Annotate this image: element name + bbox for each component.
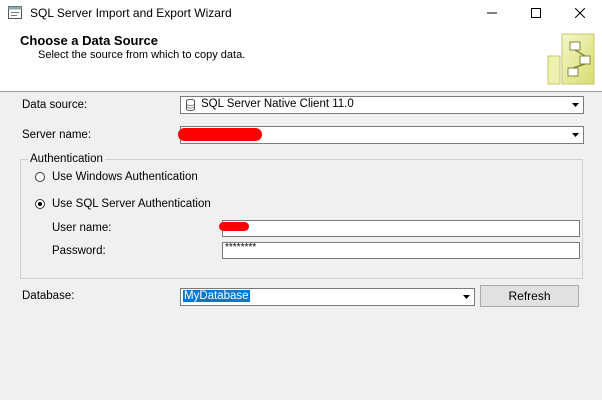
chevron-down-icon[interactable] bbox=[459, 289, 474, 305]
maximize-icon bbox=[531, 8, 541, 18]
database-select[interactable]: MyDatabase bbox=[180, 288, 475, 306]
username-label: User name: bbox=[52, 222, 112, 234]
app-icon bbox=[8, 6, 22, 19]
chevron-down-icon[interactable] bbox=[568, 97, 583, 113]
username-field[interactable] bbox=[222, 220, 580, 237]
authentication-legend: Authentication bbox=[28, 153, 105, 165]
window-title: SQL Server Import and Export Wizard bbox=[30, 6, 232, 20]
page-subtitle: Select the source from which to copy dat… bbox=[38, 49, 246, 61]
windows-auth-label[interactable]: Use Windows Authentication bbox=[52, 171, 198, 183]
database-label: Database: bbox=[22, 290, 75, 302]
wizard-banner-icon bbox=[547, 33, 595, 85]
refresh-button[interactable]: Refresh bbox=[480, 285, 579, 307]
data-source-value: SQL Server Native Client 11.0 bbox=[201, 98, 354, 110]
maximize-button[interactable] bbox=[514, 0, 558, 26]
minimize-button[interactable] bbox=[470, 0, 514, 26]
data-source-select[interactable]: SQL Server Native Client 11.0 bbox=[180, 96, 584, 114]
page-title: Choose a Data Source bbox=[20, 33, 158, 48]
close-button[interactable] bbox=[558, 0, 602, 26]
chevron-down-icon[interactable] bbox=[568, 127, 583, 143]
windows-auth-radio[interactable] bbox=[35, 172, 45, 182]
wizard-header: Choose a Data Source Select the source f… bbox=[0, 26, 602, 92]
password-field[interactable]: ******** bbox=[222, 242, 580, 259]
database-icon bbox=[186, 99, 195, 111]
database-value[interactable]: MyDatabase bbox=[183, 290, 250, 302]
sql-auth-label[interactable]: Use SQL Server Authentication bbox=[52, 198, 211, 210]
close-icon bbox=[575, 8, 585, 18]
server-name-label: Server name: bbox=[22, 129, 92, 141]
redaction-mark bbox=[178, 128, 262, 141]
sql-auth-radio[interactable] bbox=[35, 199, 45, 209]
title-bar: SQL Server Import and Export Wizard bbox=[0, 0, 602, 26]
minimize-icon bbox=[487, 12, 497, 14]
password-value: ******** bbox=[225, 242, 257, 253]
redaction-mark bbox=[219, 222, 249, 231]
data-source-label: Data source: bbox=[22, 99, 88, 111]
password-label: Password: bbox=[52, 245, 106, 257]
